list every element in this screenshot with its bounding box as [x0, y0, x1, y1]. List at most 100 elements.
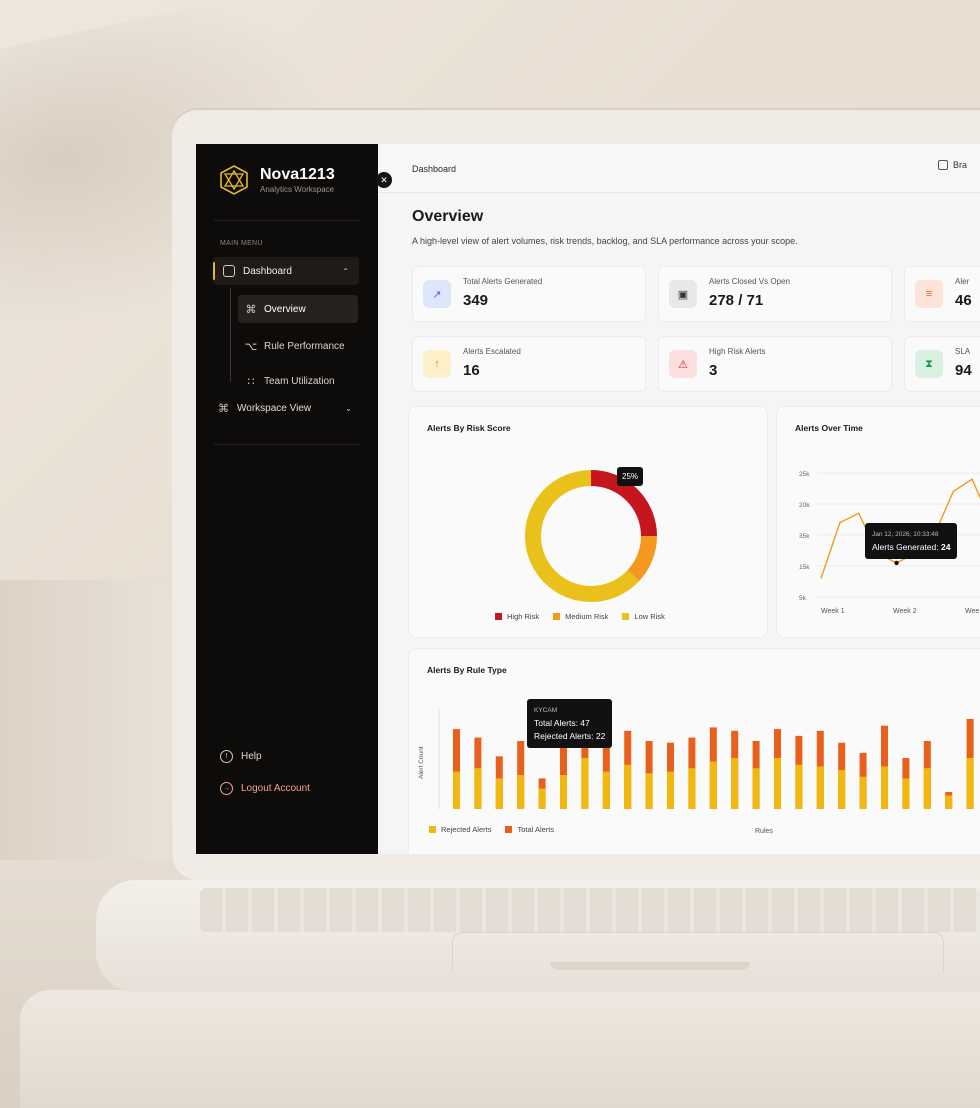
legend-rejected[interactable]: Rejected Alerts — [429, 825, 491, 834]
bar-rejected[interactable] — [945, 795, 953, 809]
bar-rejected[interactable] — [709, 761, 717, 809]
bar-tooltip: KYCAM Total Alerts: 47 Rejected Alerts: … — [527, 699, 613, 748]
bar-rejected[interactable] — [474, 768, 482, 809]
brand-subtitle: Analytics Workspace — [260, 185, 335, 194]
clipboard-icon: ▣ — [669, 280, 697, 308]
logo-icon — [220, 165, 248, 195]
sidebar-item-rule-performance[interactable]: ⌥ Rule Performance — [238, 332, 358, 360]
x-tick-label: Week 1 — [821, 608, 845, 615]
logout-link[interactable]: → Logout Account — [220, 782, 310, 795]
legend-high-risk[interactable]: High Risk — [495, 612, 539, 621]
chevron-up-icon: ⌃ — [342, 266, 349, 276]
bar-rejected[interactable] — [859, 776, 867, 809]
bar-rejected[interactable] — [453, 771, 460, 809]
bar-rejected[interactable] — [838, 769, 846, 809]
tooltip-total: Total Alerts: 47 — [534, 718, 590, 728]
bar-rejected[interactable] — [645, 773, 653, 809]
sidebar-item-dashboard[interactable]: Dashboard ⌃ — [213, 257, 359, 285]
legend-medium-risk[interactable]: Medium Risk — [553, 612, 608, 621]
bar-rejected[interactable] — [816, 766, 824, 810]
brand-name: Nova1213 — [260, 166, 335, 183]
bar-rejected[interactable] — [495, 778, 503, 809]
stat-value: 16 — [463, 362, 480, 379]
top-button[interactable]: Bra — [938, 160, 967, 170]
trend-icon: ↗ — [423, 280, 451, 308]
close-icon[interactable]: ✕ — [376, 172, 392, 188]
grid-icon: ⌘ — [245, 303, 257, 316]
bar-legend: Rejected Alerts Total Alerts — [429, 825, 554, 834]
stat-value: 349 — [463, 292, 489, 309]
stat-card-total-alerts[interactable]: ↗ Total Alerts Generated 349 — [412, 266, 646, 322]
plinth — [20, 990, 980, 1108]
stat-card-sla[interactable]: ⧗ SLA 94 — [904, 336, 980, 392]
donut-badge: 25% — [617, 467, 644, 486]
panel-title: Alerts By Risk Score — [427, 423, 511, 433]
help-link[interactable]: ! Help — [220, 750, 262, 763]
background-scene: Nova1213 Analytics Workspace MAIN MENU D… — [0, 0, 980, 1108]
stat-label: Aler — [955, 277, 970, 286]
stat-value: 3 — [709, 362, 718, 379]
y-tick-label: 15k — [799, 564, 810, 571]
legend-total[interactable]: Total Alerts — [505, 825, 554, 834]
rule-type-panel: Alerts By Rule Type Alert Count Rules KYC… — [408, 648, 980, 854]
stat-card-closed-vs-open[interactable]: ▣ Alerts Closed Vs Open 278 / 71 — [658, 266, 892, 322]
pillar — [0, 580, 170, 870]
breadcrumb[interactable]: Dashboard — [412, 164, 456, 174]
brand[interactable]: Nova1213 Analytics Workspace — [218, 164, 335, 196]
bar-rejected[interactable] — [923, 768, 931, 809]
risk-score-panel: Alerts By Risk Score 25% High Risk Mediu… — [408, 406, 768, 638]
donut-chart[interactable] — [409, 437, 767, 637]
bar-rejected[interactable] — [602, 771, 610, 809]
main-content: Dashboard Bra Overview A high-level view… — [378, 144, 980, 854]
bar-rejected[interactable] — [538, 788, 546, 809]
stat-card-alerts[interactable]: ≡ Aler 46 — [904, 266, 980, 322]
stat-card-high-risk[interactable]: ⚠ High Risk Alerts 3 — [658, 336, 892, 392]
slice-high-risk[interactable] — [590, 470, 657, 537]
workspace-icon: ⌘ — [218, 403, 229, 415]
bar-rejected[interactable] — [667, 771, 674, 809]
legend-swatch — [622, 613, 630, 620]
bar-rejected[interactable] — [795, 764, 803, 809]
bar-rejected[interactable] — [731, 758, 739, 809]
bar-rejected[interactable] — [624, 764, 632, 809]
x-tick-label: Week 2 — [893, 608, 917, 615]
laptop-screen: Nova1213 Analytics Workspace MAIN MENU D… — [196, 144, 980, 854]
legend-low-risk[interactable]: Low Risk — [622, 612, 665, 621]
bar-rejected[interactable] — [752, 768, 760, 809]
legend-label: Low Risk — [634, 612, 665, 621]
bar-rejected[interactable] — [560, 775, 567, 809]
legend-label: High Risk — [507, 612, 540, 621]
sidebar-item-label: Workspace View — [237, 403, 312, 414]
sidebar-item-overview[interactable]: ⌘ Overview — [238, 295, 358, 323]
stat-label: Total Alerts Generated — [463, 277, 543, 286]
x-tick-label: Wee — [965, 608, 979, 615]
stat-card-escalated[interactable]: ↑ Alerts Escalated 16 — [412, 336, 646, 392]
sidebar-item-team-utilization[interactable]: ∷ Team Utilization — [238, 367, 358, 395]
bar-rejected[interactable] — [581, 758, 589, 809]
stat-label: High Risk Alerts — [709, 347, 766, 356]
sidebar-item-workspace-view[interactable]: ⌘ Workspace View ⌄ — [218, 402, 358, 415]
menu-label: MAIN MENU — [220, 240, 263, 247]
page-title: Overview — [412, 208, 484, 225]
legend-label: Rejected Alerts — [441, 825, 492, 834]
panel-title: Alerts By Rule Type — [427, 665, 507, 675]
slice-low-risk[interactable] — [525, 470, 640, 602]
tooltip-rule: KYCAM — [534, 707, 558, 714]
legend-label: Total Alerts — [517, 825, 555, 834]
data-point[interactable] — [894, 560, 899, 566]
y-axis-label: Alert Count — [418, 746, 425, 779]
legend-swatch — [505, 826, 513, 833]
layout-icon — [938, 160, 948, 170]
alerts-over-time-panel: Alerts Over Time 25k 20k 35k 15k 5k Week 1 Wee… — [776, 406, 980, 638]
stat-label: Alerts Escalated — [463, 347, 521, 356]
slice-medium-risk[interactable] — [627, 535, 657, 582]
bar-rejected[interactable] — [966, 758, 974, 809]
legend-swatch — [429, 826, 436, 833]
bar-rejected[interactable] — [881, 766, 888, 810]
bar-rejected[interactable] — [774, 758, 781, 809]
bar-rejected[interactable] — [902, 778, 910, 809]
sidebar: Nova1213 Analytics Workspace MAIN MENU D… — [196, 144, 378, 854]
tooltip-date: Jan 12, 2026, 10:33:48 — [872, 531, 939, 538]
bar-rejected[interactable] — [688, 768, 696, 809]
bar-rejected[interactable] — [517, 775, 525, 809]
